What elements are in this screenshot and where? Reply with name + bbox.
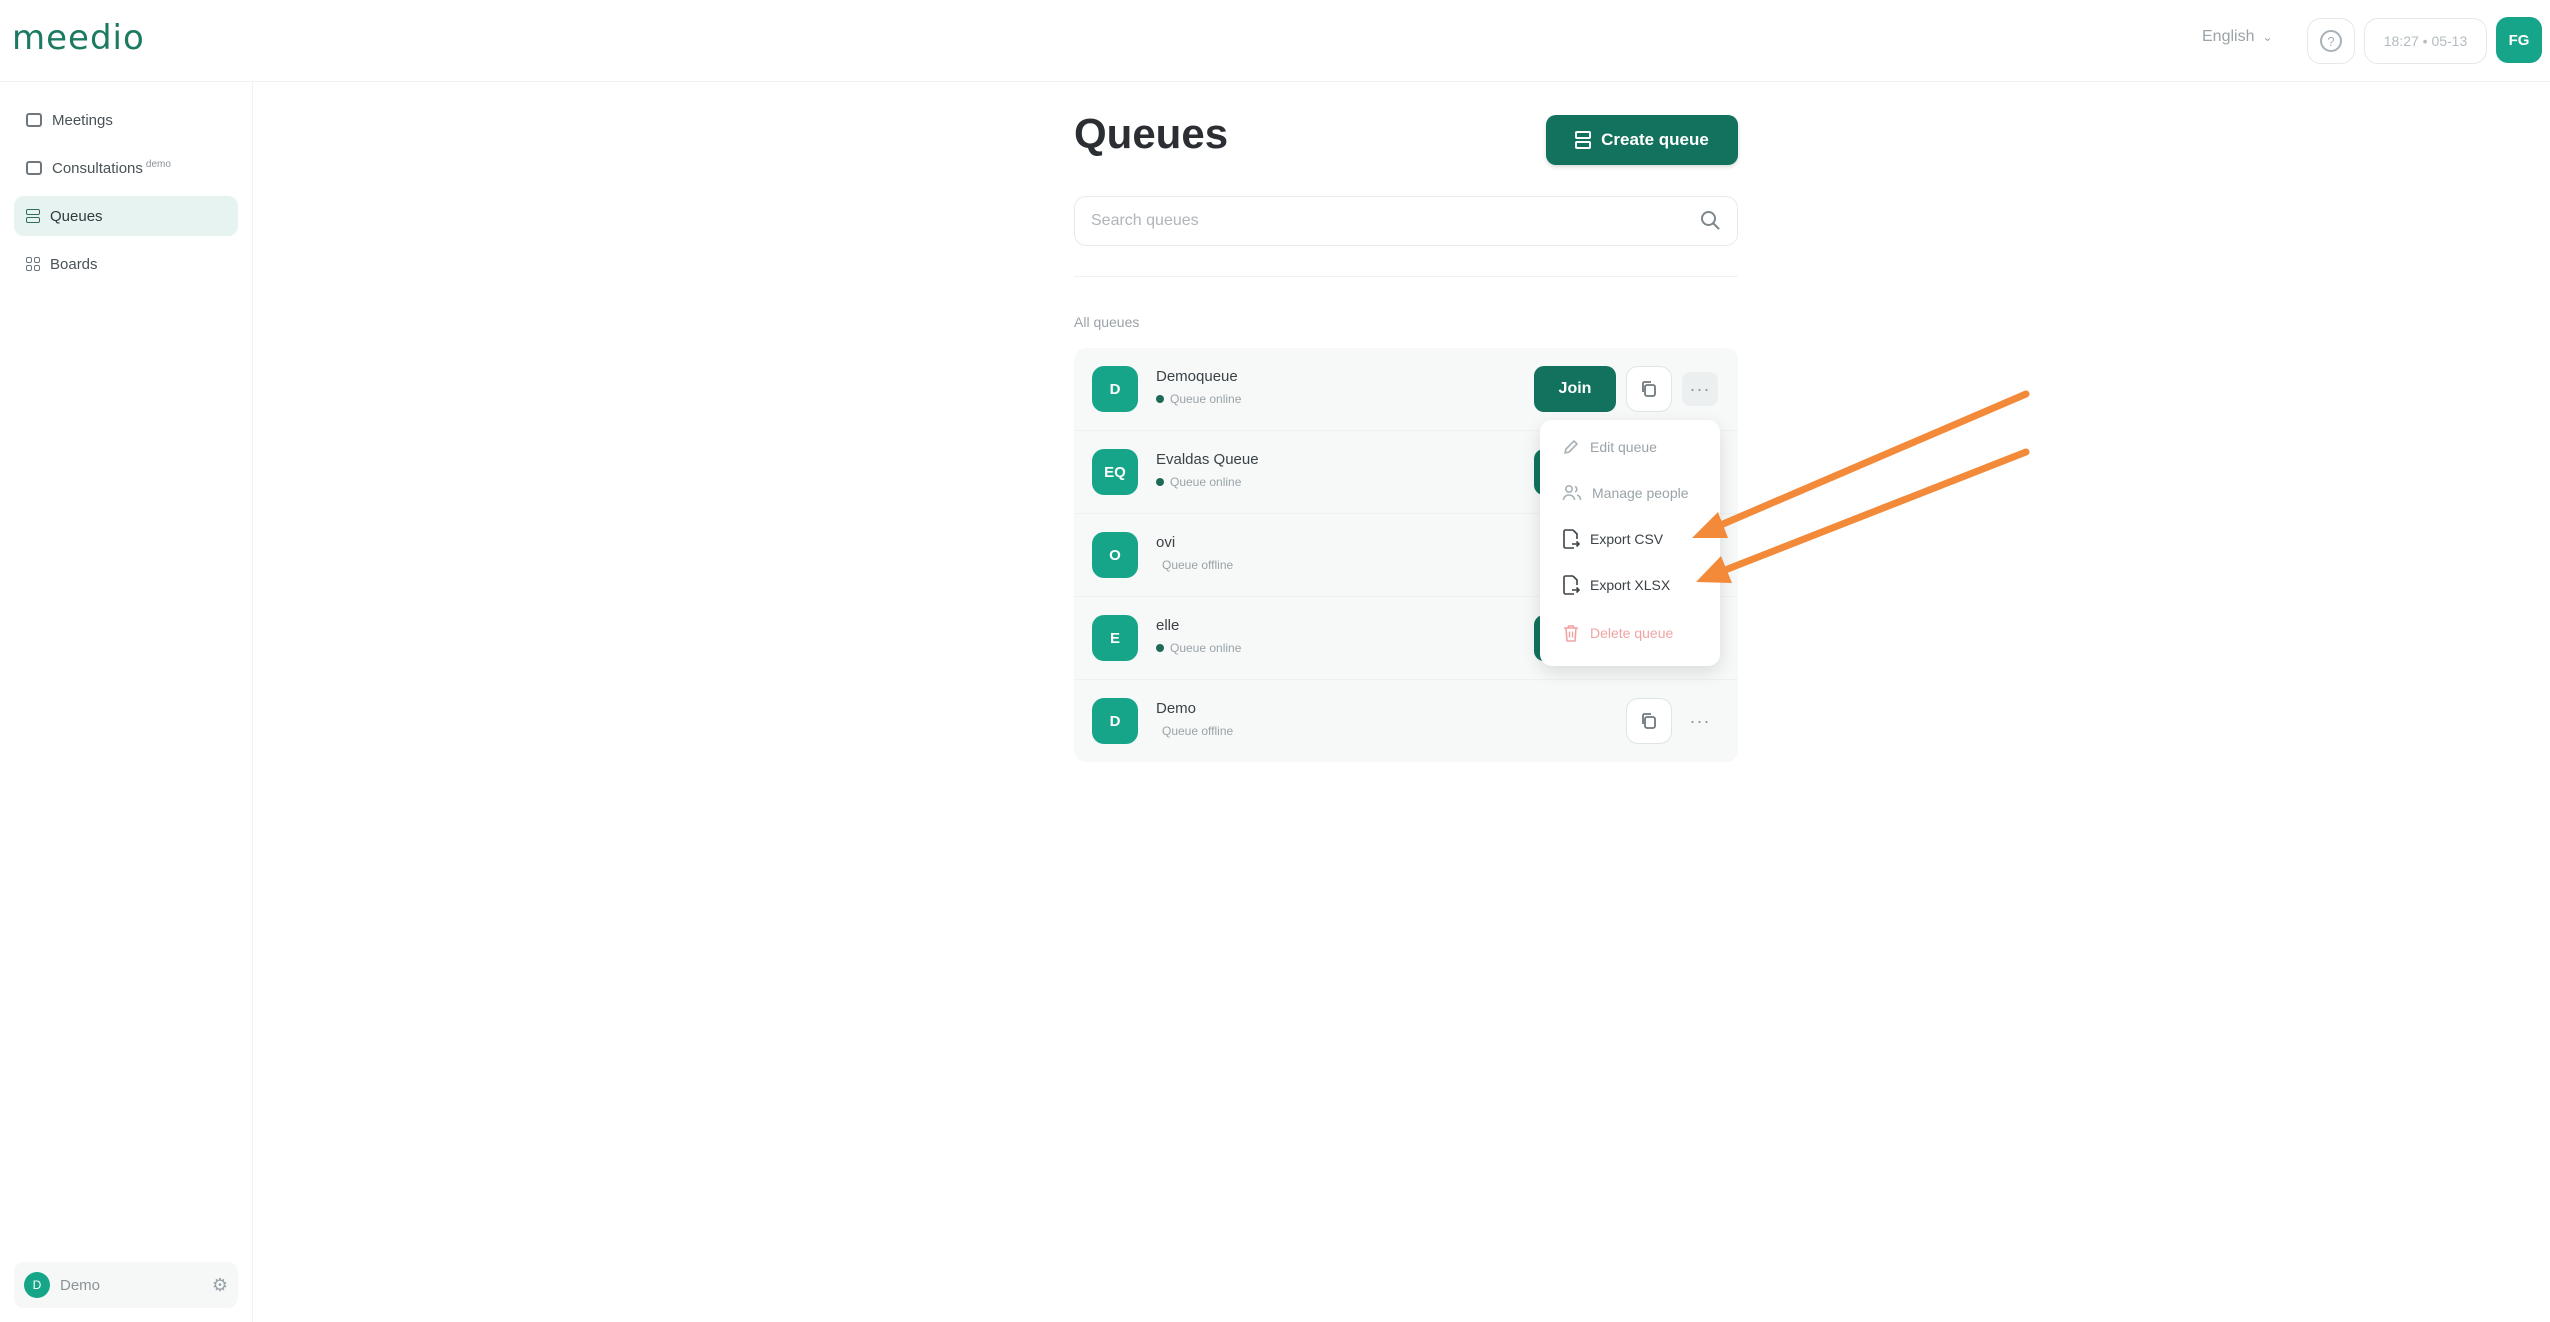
queue-avatar: D bbox=[1092, 698, 1138, 744]
workspace-avatar: D bbox=[24, 1272, 50, 1298]
menu-item-delete-queue[interactable]: Delete queue bbox=[1540, 610, 1720, 656]
create-queue-button[interactable]: Create queue bbox=[1546, 115, 1738, 165]
queue-avatar: D bbox=[1092, 366, 1138, 412]
menu-item-label: Export XLSX bbox=[1590, 577, 1671, 593]
queue-status: Queue offline bbox=[1162, 558, 1234, 572]
page-title: Queues bbox=[1074, 110, 1229, 157]
sidebar-item-label: Queues bbox=[50, 207, 103, 225]
top-bar: meedio English ⌄ ? 18:27 • 05-13 FG bbox=[0, 0, 2550, 82]
table-row[interactable]: D Demo Queue offline ··· bbox=[1074, 680, 1738, 763]
clock-display: 18:27 • 05-13 bbox=[2364, 18, 2487, 64]
gear-icon[interactable]: ⚙ bbox=[212, 1275, 228, 1296]
pencil-icon bbox=[1564, 440, 1578, 454]
queue-name: Evaldas Queue bbox=[1156, 451, 1259, 468]
queue-icon bbox=[1575, 131, 1592, 149]
file-export-icon bbox=[1563, 529, 1580, 549]
online-dot-icon bbox=[1156, 395, 1164, 403]
help-button[interactable]: ? bbox=[2307, 18, 2355, 64]
menu-item-export-xlsx[interactable]: Export XLSX bbox=[1540, 562, 1720, 608]
grid-icon bbox=[26, 257, 40, 271]
menu-item-label: Delete queue bbox=[1590, 625, 1674, 641]
language-label: English bbox=[2202, 28, 2255, 45]
queue-name: Demoqueue bbox=[1156, 368, 1238, 385]
language-selector[interactable]: English ⌄ bbox=[2202, 28, 2273, 46]
chevron-down-icon: ⌄ bbox=[2262, 30, 2273, 44]
sidebar-item-meetings[interactable]: Meetings bbox=[14, 100, 238, 140]
workspace-name: Demo bbox=[60, 1276, 101, 1294]
annotation-arrow-csv bbox=[1692, 390, 2030, 538]
queue-options-menu: Edit queue Manage people Export CSV Expo… bbox=[1540, 420, 1720, 666]
people-icon bbox=[1562, 484, 1582, 501]
queue-icon bbox=[26, 209, 40, 223]
section-label: All queues bbox=[1074, 314, 1140, 330]
queue-avatar: EQ bbox=[1092, 449, 1138, 495]
sidebar-item-queues[interactable]: Queues bbox=[14, 196, 238, 236]
copy-icon bbox=[1642, 381, 1656, 397]
queue-avatar: O bbox=[1092, 532, 1138, 578]
copy-link-button[interactable] bbox=[1626, 366, 1672, 412]
menu-item-label: Edit queue bbox=[1590, 439, 1657, 455]
search-input[interactable] bbox=[1074, 196, 1738, 246]
queue-status: Queue online bbox=[1156, 641, 1241, 655]
copy-link-button[interactable] bbox=[1626, 698, 1672, 744]
video-icon bbox=[26, 113, 42, 127]
create-queue-label: Create queue bbox=[1601, 130, 1709, 149]
workspace-footer[interactable]: D Demo ⚙ bbox=[14, 1262, 238, 1308]
sidebar-item-label: Meetings bbox=[52, 111, 113, 129]
queue-status: Queue online bbox=[1156, 475, 1241, 489]
queue-name: elle bbox=[1156, 617, 1180, 634]
table-row[interactable]: D Demoqueue Queue online Join ··· bbox=[1074, 348, 1738, 431]
menu-item-label: Manage people bbox=[1592, 485, 1689, 501]
more-options-button[interactable]: ··· bbox=[1682, 704, 1718, 738]
search-icon[interactable] bbox=[1700, 210, 1720, 230]
online-dot-icon bbox=[1156, 478, 1164, 486]
menu-item-edit-queue[interactable]: Edit queue bbox=[1540, 424, 1720, 470]
queue-name: ovi bbox=[1156, 534, 1176, 551]
annotation-arrow-xlsx bbox=[1696, 448, 2030, 583]
sidebar-item-consultations[interactable]: Consultations demo bbox=[14, 148, 238, 188]
trash-icon bbox=[1564, 625, 1578, 642]
sidebar-item-label: Boards bbox=[50, 255, 98, 273]
user-avatar[interactable]: FG bbox=[2496, 17, 2542, 63]
sidebar: Meetings Consultations demo Queues Boards bbox=[0, 82, 253, 1322]
queue-status: Queue online bbox=[1156, 392, 1241, 406]
queue-status: Queue offline bbox=[1162, 724, 1234, 738]
sidebar-item-label: Consultations demo bbox=[52, 159, 171, 177]
menu-item-export-csv[interactable]: Export CSV bbox=[1540, 516, 1720, 562]
more-options-button[interactable]: ··· bbox=[1682, 372, 1718, 406]
app-logo[interactable]: meedio bbox=[12, 18, 145, 58]
divider bbox=[1074, 276, 1738, 277]
consultation-icon bbox=[26, 161, 42, 175]
join-button[interactable]: Join bbox=[1534, 366, 1616, 412]
file-export-icon bbox=[1563, 575, 1580, 595]
online-dot-icon bbox=[1156, 644, 1164, 652]
queue-avatar: E bbox=[1092, 615, 1138, 661]
sidebar-item-boards[interactable]: Boards bbox=[14, 244, 238, 284]
demo-badge: demo bbox=[145, 159, 171, 170]
question-icon: ? bbox=[2320, 30, 2342, 52]
copy-icon bbox=[1642, 713, 1656, 729]
menu-item-manage-people[interactable]: Manage people bbox=[1540, 470, 1720, 516]
queue-name: Demo bbox=[1156, 700, 1197, 717]
menu-item-label: Export CSV bbox=[1590, 531, 1664, 547]
